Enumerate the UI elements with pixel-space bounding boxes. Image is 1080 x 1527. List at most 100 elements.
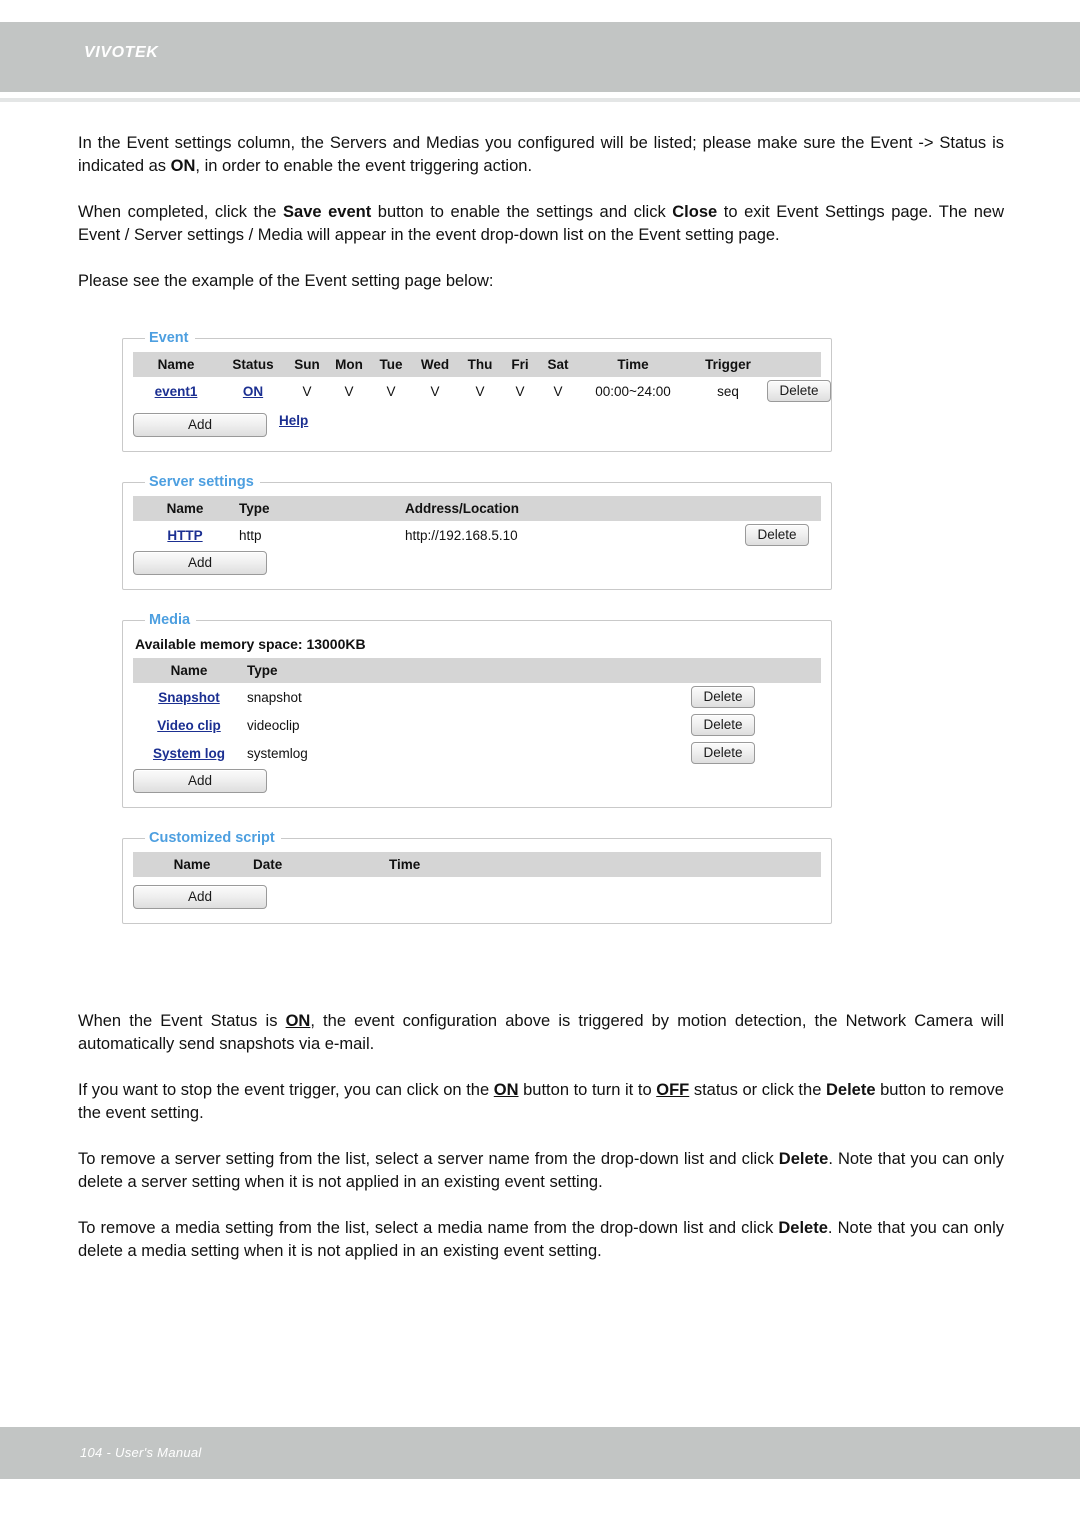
table-row: HTTP http http://192.168.5.10 Delete <box>133 521 821 549</box>
script-add-button[interactable]: Add <box>133 885 267 909</box>
media-row-actions-0: Delete <box>625 683 821 711</box>
event-row-status-cell: ON <box>219 377 287 405</box>
paragraph-example-lead: Please see the example of the Event sett… <box>78 271 494 290</box>
event-panel: Event Name Status Sun Mon Tue Wed Thu Fr… <box>122 330 832 452</box>
p5-text-b: button to turn it to <box>518 1080 657 1099</box>
event-add-button[interactable]: Add <box>133 413 267 437</box>
media-name-link-system-log[interactable]: System log <box>153 746 225 761</box>
header-divider <box>0 98 1080 102</box>
p2-close-emphasis: Close <box>672 202 718 221</box>
server-add-button[interactable]: Add <box>133 551 267 575</box>
server-row-address: http://192.168.5.10 <box>405 527 518 543</box>
server-panel-actions: Add <box>133 549 821 575</box>
p5-off-link[interactable]: OFF <box>656 1081 689 1099</box>
event-col-time: Time <box>577 352 689 377</box>
event-row-sun: V <box>302 383 312 399</box>
p5-delete-emphasis: Delete <box>825 1080 876 1099</box>
server-row-actions-cell: Delete <box>733 521 821 549</box>
event-col-mon: Mon <box>327 352 371 377</box>
media-delete-button-system-log[interactable]: Delete <box>691 742 755 764</box>
media-panel: Media Available memory space: 13000KB Na… <box>122 612 832 808</box>
customized-script-legend: Customized script <box>149 830 275 846</box>
media-table-header-row: Name Type <box>133 658 821 683</box>
event-col-fri: Fri <box>501 352 539 377</box>
customized-script-table: Name Date Time <box>133 852 821 877</box>
script-col-time: Time <box>387 852 527 877</box>
event-row-actions-cell: Delete <box>767 377 831 405</box>
document-body-lower: When the Event Status is ON, the event c… <box>78 1010 1004 1285</box>
event-status-toggle[interactable]: ON <box>243 384 263 399</box>
p7-text-a: To remove a media setting from the list,… <box>78 1218 779 1237</box>
p2-text-a: When completed, click the <box>78 202 284 221</box>
paragraph-remove-media: To remove a media setting from the list,… <box>78 1217 1004 1264</box>
event-row-thu: V <box>475 383 485 399</box>
page-header: VIVOTEK <box>0 22 1080 92</box>
server-col-address: Address/Location <box>403 496 733 521</box>
media-delete-button-video-clip[interactable]: Delete <box>691 714 755 736</box>
paragraph-remove-server: To remove a server setting from the list… <box>78 1148 1004 1195</box>
media-col-name: Name <box>133 658 245 683</box>
server-name-link[interactable]: HTTP <box>167 528 202 543</box>
media-row-type-2: systemlog <box>247 745 308 761</box>
event-row-sat: V <box>553 383 563 399</box>
event-row-mon: V <box>344 383 354 399</box>
event-col-sat: Sat <box>539 352 577 377</box>
page-footer: 104 - User's Manual <box>0 1427 1080 1479</box>
media-name-link-snapshot[interactable]: Snapshot <box>158 690 220 705</box>
p4-on-link[interactable]: ON <box>286 1012 311 1030</box>
customized-script-panel: Customized script Name Date Time Add <box>122 830 832 924</box>
event-col-thu: Thu <box>459 352 501 377</box>
server-settings-panel: Server settings Name Type Address/Locati… <box>122 474 832 590</box>
event-panel-legend: Event <box>149 330 189 346</box>
event-help-link[interactable]: Help <box>279 413 308 428</box>
server-col-type: Type <box>237 496 403 521</box>
p2-text-b: button to enable the settings and click <box>371 202 673 221</box>
paragraph-save-event: When completed, click the Save event but… <box>78 201 1004 248</box>
media-row-name-cell-0: Snapshot <box>133 683 245 711</box>
p6-delete-emphasis: Delete <box>778 1149 829 1168</box>
p2-save-event-emphasis: Save event <box>283 202 372 221</box>
script-col-actions <box>527 852 821 877</box>
event-row-fri: V <box>515 383 525 399</box>
script-panel-actions: Add <box>133 877 821 909</box>
media-add-button[interactable]: Add <box>133 769 267 793</box>
media-row-name-cell-1: Video clip <box>133 711 245 739</box>
page-folio: 104 - User's Manual <box>80 1445 202 1460</box>
event-col-trigger: Trigger <box>689 352 767 377</box>
p4-text-a: When the Event Status is <box>78 1012 286 1030</box>
script-table-header-row: Name Date Time <box>133 852 821 877</box>
event-delete-button[interactable]: Delete <box>767 380 831 402</box>
p6-text-a: To remove a server setting from the list… <box>78 1149 779 1168</box>
p1-text-b: , in order to enable the event triggerin… <box>195 157 533 176</box>
available-memory-space: Available memory space: 13000KB <box>135 636 366 652</box>
p1-on-emphasis: ON <box>170 157 196 176</box>
server-row-name-cell: HTTP <box>133 521 237 549</box>
media-panel-legend: Media <box>149 612 191 628</box>
event-col-status: Status <box>219 352 287 377</box>
media-row-type-0: snapshot <box>247 689 302 705</box>
event-col-actions <box>767 352 821 377</box>
table-row: System log systemlog Delete <box>133 739 821 767</box>
event-col-name: Name <box>133 352 219 377</box>
p5-on-link[interactable]: ON <box>494 1081 519 1099</box>
p5-text-c: status or click the <box>689 1080 826 1099</box>
event-row-tue: V <box>386 383 396 399</box>
paragraph-event-status: When the Event Status is ON, the event c… <box>78 1010 1004 1057</box>
media-delete-button-snapshot[interactable]: Delete <box>691 686 755 708</box>
table-row: Snapshot snapshot Delete <box>133 683 821 711</box>
event-row-trigger: seq <box>717 383 739 399</box>
server-col-name: Name <box>133 496 237 521</box>
media-panel-actions: Add <box>133 767 821 793</box>
event-row-time: 00:00~24:00 <box>595 383 671 399</box>
server-row-type: http <box>239 527 262 543</box>
script-col-date: Date <box>251 852 387 877</box>
media-row-actions-1: Delete <box>625 711 821 739</box>
server-settings-legend: Server settings <box>149 474 254 490</box>
media-name-link-video-clip[interactable]: Video clip <box>157 718 221 733</box>
paragraph-stop-trigger: If you want to stop the event trigger, y… <box>78 1079 1004 1126</box>
event-col-tue: Tue <box>371 352 411 377</box>
script-col-name: Name <box>133 852 251 877</box>
event-table-header-row: Name Status Sun Mon Tue Wed Thu Fri Sat … <box>133 352 821 377</box>
server-delete-button[interactable]: Delete <box>745 524 809 546</box>
event-name-link[interactable]: event1 <box>155 384 198 399</box>
